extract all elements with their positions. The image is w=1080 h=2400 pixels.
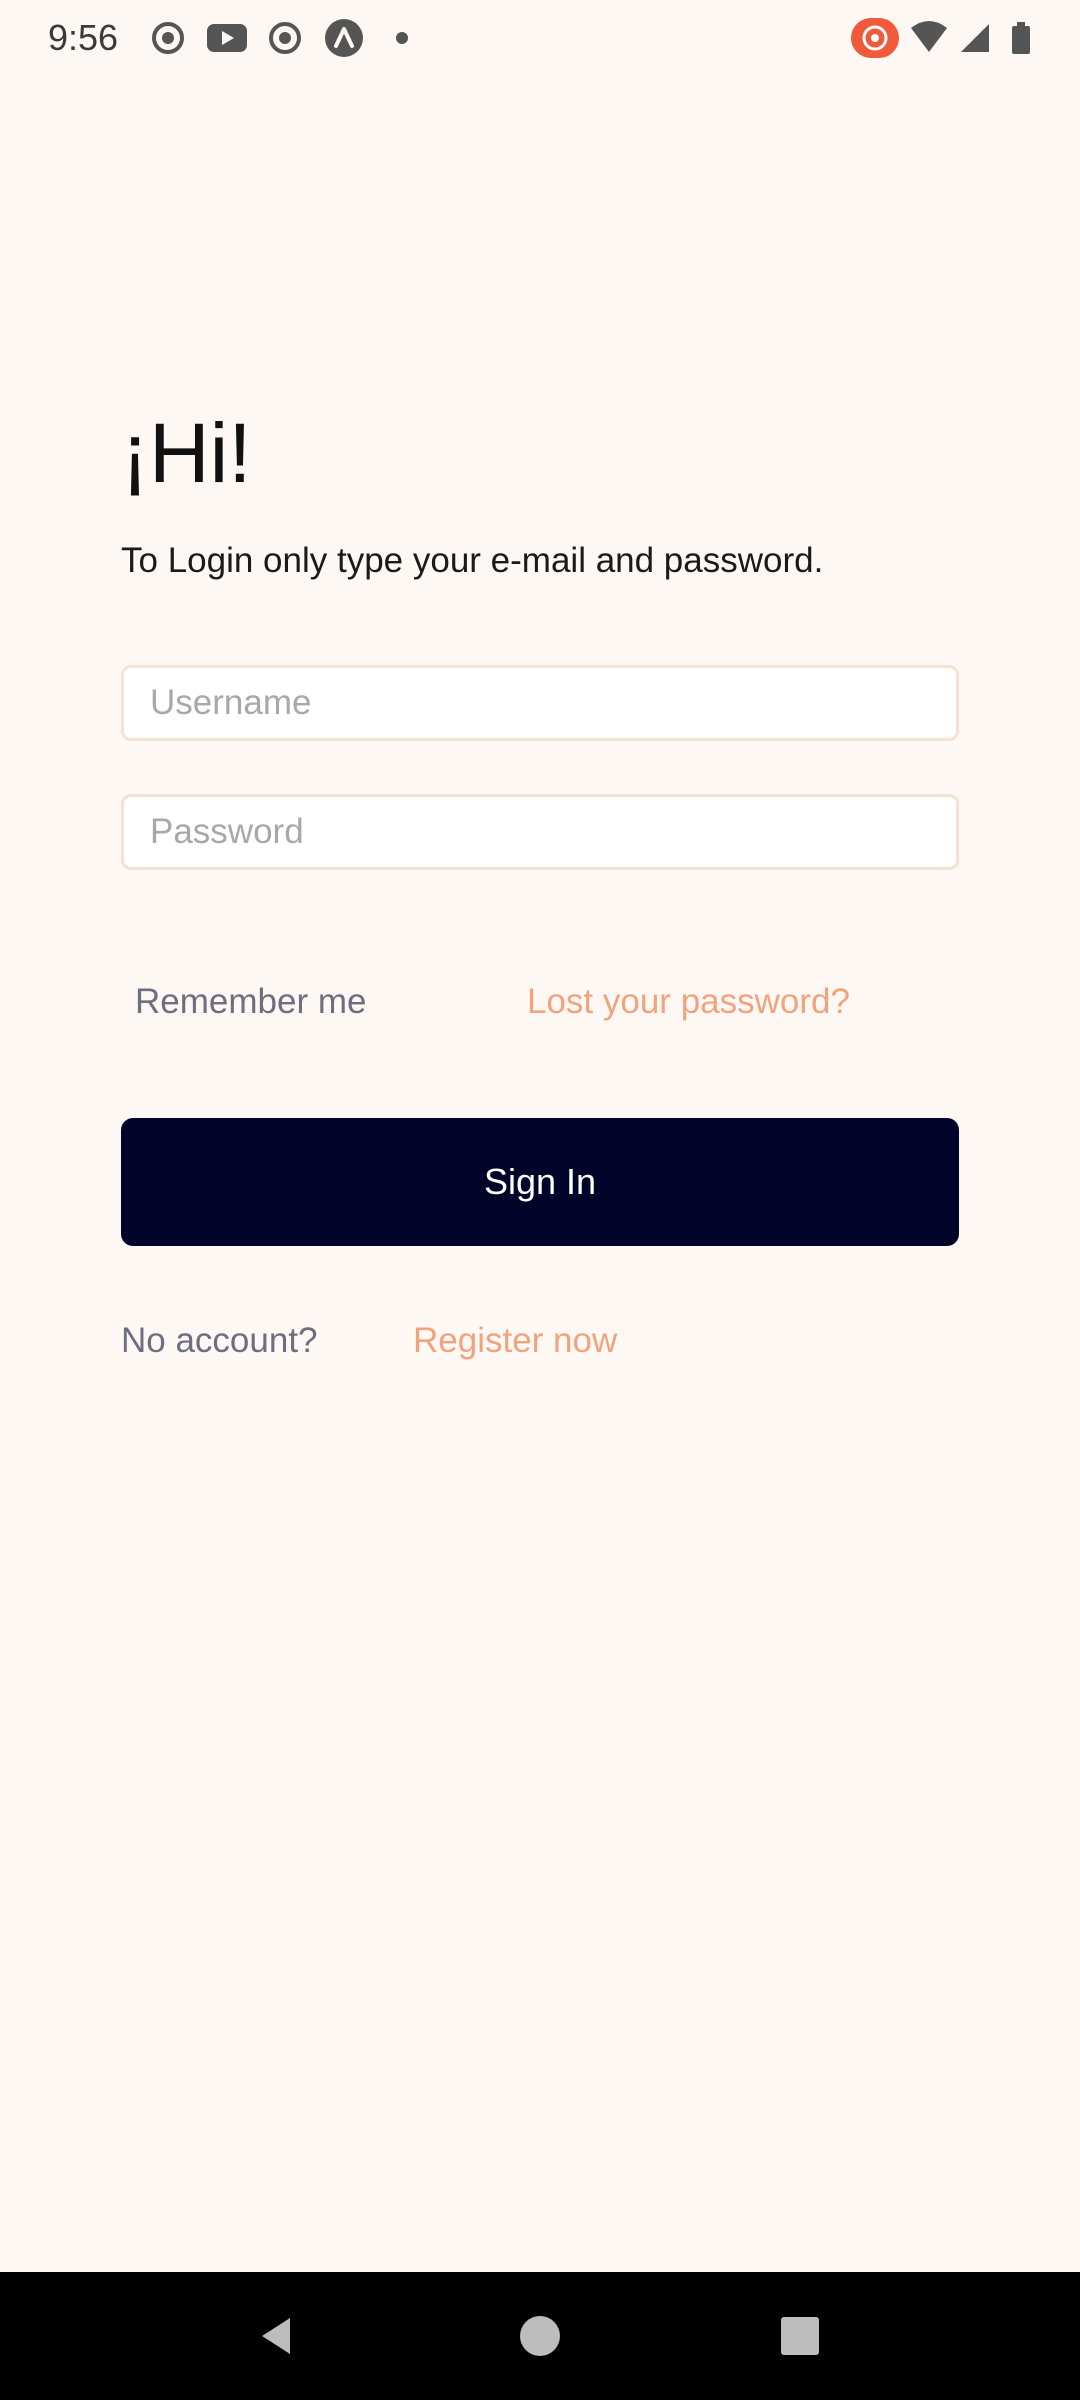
status-time: 9:56 (48, 17, 119, 58)
navigation-bar (0, 2272, 1080, 2400)
battery-icon (1012, 22, 1030, 54)
login-instructions: To Login only type your e-mail and passw… (121, 541, 824, 580)
password-input[interactable] (121, 794, 959, 870)
screen-record-icon (269, 22, 301, 54)
no-account-label: No account? (121, 1321, 318, 1360)
wifi-icon (911, 21, 947, 52)
notification-dot-icon (396, 32, 408, 44)
register-now-link[interactable]: Register now (413, 1318, 617, 1364)
greeting-title: ¡Hi! (121, 406, 252, 500)
lost-password-link[interactable]: Lost your password? (527, 979, 850, 1025)
back-icon[interactable] (246, 2306, 306, 2366)
remember-me-toggle[interactable]: Remember me (135, 979, 366, 1025)
home-icon[interactable] (510, 2306, 570, 2366)
sign-in-button[interactable]: Sign In (121, 1118, 959, 1246)
hotspot-icon (851, 18, 899, 58)
status-bar: 9:56 (0, 0, 1080, 76)
arc-app-icon (325, 19, 363, 57)
username-input[interactable] (121, 665, 959, 741)
recents-icon[interactable] (770, 2306, 830, 2366)
youtube-icon (207, 24, 247, 52)
screen-record-icon (152, 22, 184, 54)
signal-icon (961, 24, 989, 52)
